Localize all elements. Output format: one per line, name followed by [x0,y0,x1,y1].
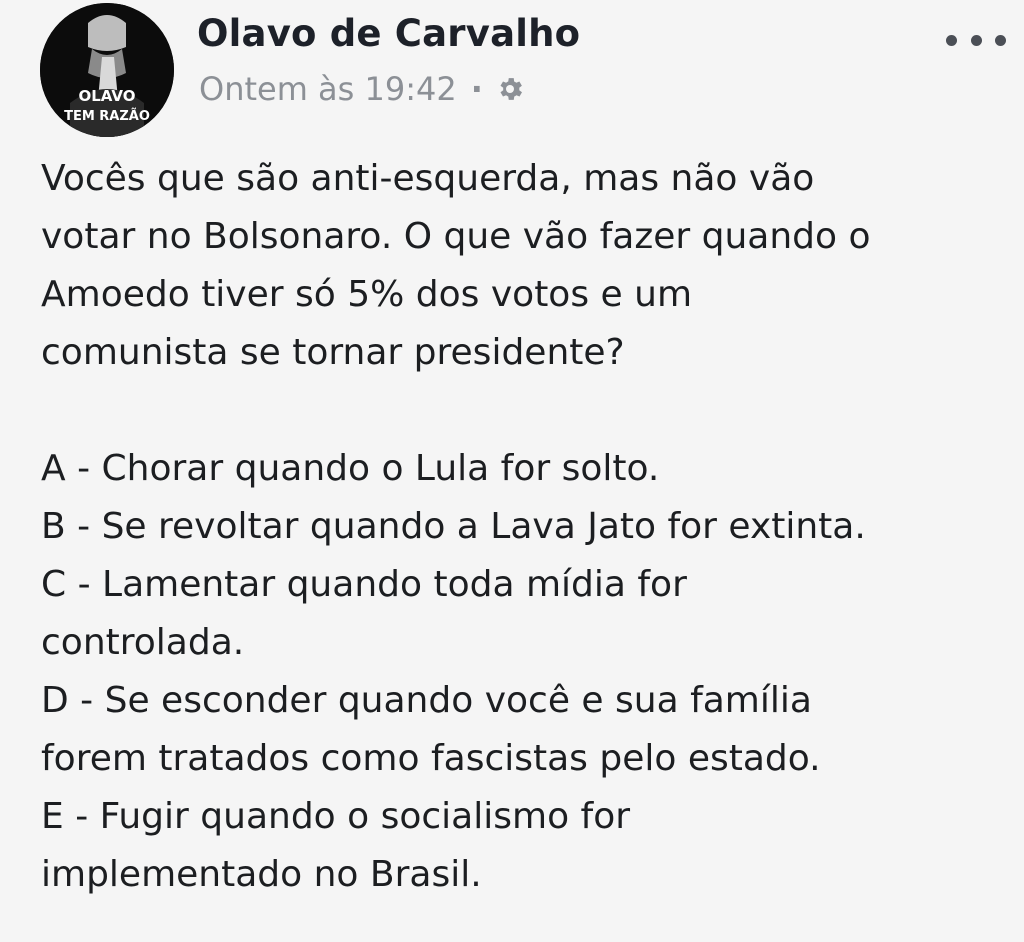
post-line: E - Fugir quando o socialismo for [41,796,631,837]
gear-icon[interactable] [495,74,525,104]
option-e: E - Fugir quando o socialismo for implem… [41,788,1016,904]
facebook-post: OLAVO TEM RAZÃO Olavo de Carvalho Ontem … [0,0,1024,942]
avatar-text-line1: OLAVO [79,87,136,105]
post-line: forem tratados como fascistas pelo estad… [41,738,821,779]
post-text: Vocês que são anti-esquerda, mas não vão… [41,150,1016,904]
post-line: Vocês que são anti-esquerda, mas não vão [41,158,815,199]
post-line: D - Se esconder quando você e sua famíli… [41,680,812,721]
option-a: A - Chorar quando o Lula for solto. [41,440,1016,498]
avatar-image: OLAVO TEM RAZÃO [40,3,174,137]
avatar-text-line2: TEM RAZÃO [64,108,150,124]
author-name-link[interactable]: Olavo de Carvalho [197,12,580,55]
post-timestamp[interactable]: Ontem às 19:42 [199,70,457,108]
author-avatar[interactable]: OLAVO TEM RAZÃO [40,3,174,137]
option-b: B - Se revoltar quando a Lava Jato for e… [41,498,1016,556]
post-line: B - Se revoltar quando a Lava Jato for e… [41,506,866,547]
option-d: D - Se esconder quando você e sua famíli… [41,672,1016,788]
more-dot-icon [946,34,957,46]
post-line: controlada. [41,622,245,663]
post-line: comunista se tornar presidente? [41,332,625,373]
post-line: A - Chorar quando o Lula for solto. [41,448,660,489]
more-dot-icon [995,34,1006,46]
post-line: Amoedo tiver só 5% dos votos e um [41,274,693,315]
post-meta: Ontem às 19:42 · [199,70,525,108]
more-dot-icon [970,34,982,46]
more-options-button[interactable] [946,28,1006,52]
post-intro: Vocês que são anti-esquerda, mas não vão… [41,150,1016,382]
meta-separator: · [470,70,483,108]
post-line: C - Lamentar quando toda mídia for [41,564,687,605]
post-line: votar no Bolsonaro. O que vão fazer quan… [41,216,871,257]
option-c: C - Lamentar quando toda mídia for contr… [41,556,1016,672]
post-line: implementado no Brasil. [41,854,482,895]
